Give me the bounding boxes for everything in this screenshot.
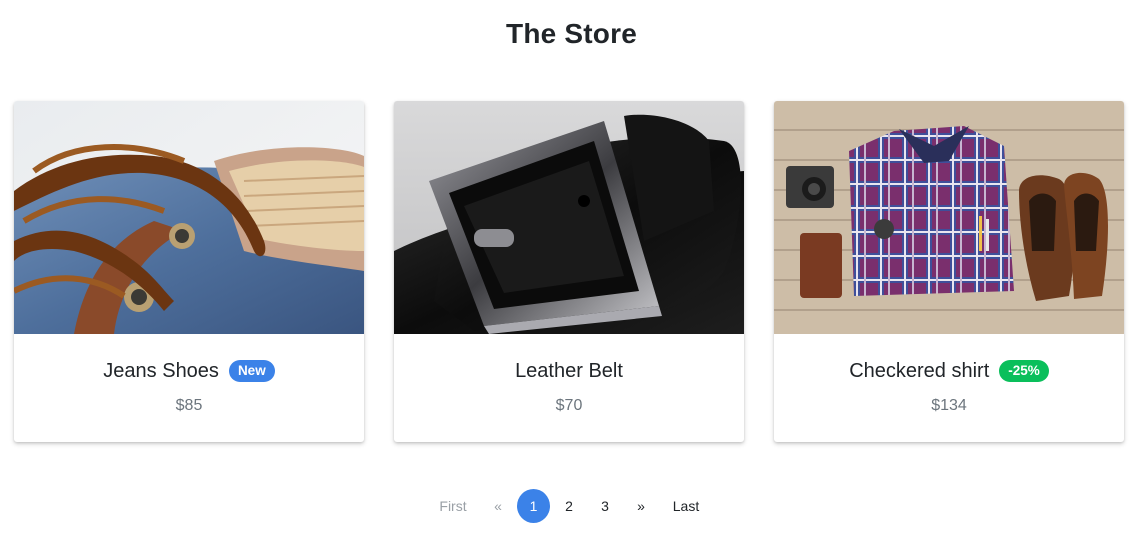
product-name[interactable]: Leather Belt [515, 360, 623, 383]
pagination-next[interactable]: » [633, 489, 649, 523]
product-name[interactable]: Jeans Shoes [103, 360, 219, 383]
card-title-row: Leather Belt [394, 359, 744, 383]
product-image-leather-belt[interactable] [394, 101, 744, 334]
page-title: The Store [506, 18, 637, 49]
new-badge: New [228, 360, 275, 382]
product-card-jeans-shoes[interactable]: Jeans Shoes New $85 [14, 101, 364, 442]
card-title-row: Checkered shirt -25% [774, 359, 1124, 383]
product-card-leather-belt[interactable]: Leather Belt $70 [394, 101, 744, 442]
pagination-last[interactable]: Last [670, 489, 702, 523]
product-card-checkered-shirt[interactable]: Checkered shirt -25% $134 [774, 101, 1124, 442]
pagination-prev[interactable]: « [490, 489, 506, 523]
card-body: Leather Belt $70 [394, 334, 744, 442]
card-body: Jeans Shoes New $85 [14, 334, 364, 442]
pagination-first[interactable]: First [436, 489, 470, 523]
discount-badge: -25% [999, 360, 1049, 382]
product-image-jeans-shoes[interactable] [14, 101, 364, 334]
card-title-row: Jeans Shoes New [14, 359, 364, 383]
product-price: $134 [931, 397, 967, 414]
product-price: $85 [175, 397, 203, 414]
product-name[interactable]: Checkered shirt [849, 360, 989, 383]
product-price: $70 [555, 397, 583, 414]
pagination-page-1[interactable]: 1 [517, 489, 550, 523]
product-image-checkered-shirt[interactable] [774, 101, 1124, 334]
pagination-page-2[interactable]: 2 [561, 489, 577, 523]
card-body: Checkered shirt -25% $134 [774, 334, 1124, 442]
pagination: First « 1 2 3 » Last [0, 489, 1143, 523]
pagination-page-3[interactable]: 3 [597, 489, 613, 523]
